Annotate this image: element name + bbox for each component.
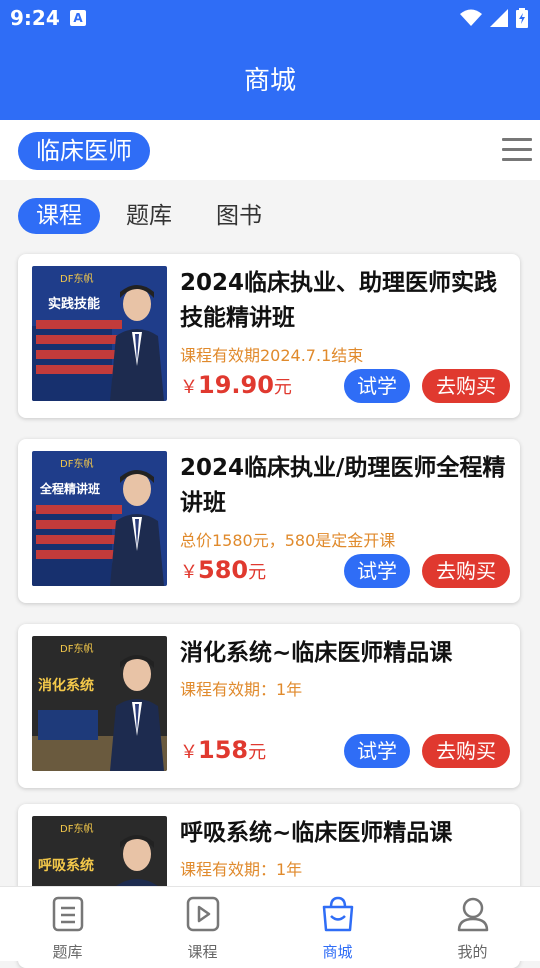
nav-item-me[interactable]: 我的 — [405, 887, 540, 961]
try-button[interactable]: 试学 — [344, 554, 410, 588]
course-title[interactable]: 消化系统~临床医师精品课 — [180, 636, 510, 671]
course-price: ￥158元 — [180, 736, 266, 764]
tab-question-bank[interactable]: 题库 — [108, 198, 190, 234]
thumb-brand: DF东帆 — [60, 457, 93, 470]
course-card[interactable]: DF东帆 消化系统 消化系统~临床医师精品课 课程有效期：1年 ￥158元 试学… — [18, 624, 520, 788]
status-time: 9:24 — [10, 6, 60, 30]
course-note: 课程有效期2024.7.1结束 — [180, 346, 364, 365]
nav-item-question-bank[interactable]: 题库 — [0, 887, 135, 961]
shopping-bag-icon — [322, 896, 354, 932]
bottom-nav: 题库 课程 商城 我的 — [0, 886, 540, 961]
price-value: 158 — [198, 736, 249, 764]
price-unit: 元 — [248, 742, 267, 763]
nav-label: 课程 — [187, 943, 218, 961]
price-value: 19.90 — [198, 371, 274, 399]
category-bar: 临床医师 — [0, 120, 540, 180]
signal-icon — [490, 9, 508, 27]
battery-icon — [516, 8, 528, 28]
price-unit: 元 — [248, 562, 267, 583]
thumb-headline: 消化系统 — [38, 677, 94, 694]
course-price: ￥580元 — [180, 556, 266, 584]
tab-courses[interactable]: 课程 — [18, 198, 100, 234]
course-thumbnail: DF东帆 实践技能 — [32, 266, 167, 401]
course-note: 总价1580元，580是定金开课 — [180, 531, 396, 550]
page-title: 商城 — [243, 66, 296, 96]
product-tabs: 课程 题库 图书 — [0, 180, 540, 250]
menu-icon[interactable] — [502, 134, 532, 164]
header: 商城 — [0, 38, 540, 120]
course-title[interactable]: 2024临床执业、助理医师实践技能精讲班 — [180, 266, 510, 336]
course-card[interactable]: DF东帆 全程精讲班 2024临床执业/助理医师全程精讲班 总价1580元，58… — [18, 439, 520, 603]
thumb-headline: 实践技能 — [48, 296, 100, 312]
try-button[interactable]: 试学 — [344, 734, 410, 768]
category-selector[interactable]: 临床医师 — [18, 132, 150, 170]
buy-button[interactable]: 去购买 — [422, 369, 510, 403]
thumb-brand: DF东帆 — [60, 642, 93, 655]
thumb-brand: DF东帆 — [60, 272, 93, 285]
thumb-brand: DF东帆 — [60, 822, 93, 835]
try-button[interactable]: 试学 — [344, 369, 410, 403]
status-bar: 9:24 A — [0, 0, 540, 38]
nav-label: 题库 — [52, 943, 83, 961]
buy-button[interactable]: 去购买 — [422, 554, 510, 588]
course-title[interactable]: 呼吸系统~临床医师精品课 — [180, 816, 510, 851]
nav-label: 我的 — [457, 943, 488, 961]
buy-button[interactable]: 去购买 — [422, 734, 510, 768]
course-thumbnail: DF东帆 全程精讲班 — [32, 451, 167, 586]
nav-item-courses[interactable]: 课程 — [135, 887, 270, 961]
currency-symbol: ￥ — [180, 742, 198, 763]
currency-symbol: ￥ — [180, 562, 198, 583]
question-bank-icon — [52, 896, 84, 932]
course-price: ￥19.90元 — [180, 371, 292, 399]
wifi-icon — [460, 9, 482, 26]
course-thumbnail: DF东帆 消化系统 — [32, 636, 167, 771]
currency-symbol: ￥ — [180, 377, 198, 398]
nav-item-store[interactable]: 商城 — [270, 887, 405, 961]
status-icons — [460, 8, 528, 28]
thumb-headline: 呼吸系统 — [38, 857, 94, 874]
course-card[interactable]: DF东帆 实践技能 2024临床执业、助理医师实践技能精讲班 课程有效期2024… — [18, 254, 520, 418]
thumb-headline: 全程精讲班 — [39, 481, 100, 496]
course-title[interactable]: 2024临床执业/助理医师全程精讲班 — [180, 451, 510, 521]
accessibility-notification-icon: A — [70, 10, 86, 26]
price-value: 580 — [198, 556, 249, 584]
price-unit: 元 — [273, 377, 292, 398]
nav-label: 商城 — [322, 943, 353, 961]
course-note: 课程有效期：1年 — [180, 860, 303, 879]
tab-books[interactable]: 图书 — [198, 198, 280, 234]
course-note: 课程有效期：1年 — [180, 680, 303, 699]
user-icon — [457, 897, 489, 932]
play-icon — [186, 896, 220, 932]
